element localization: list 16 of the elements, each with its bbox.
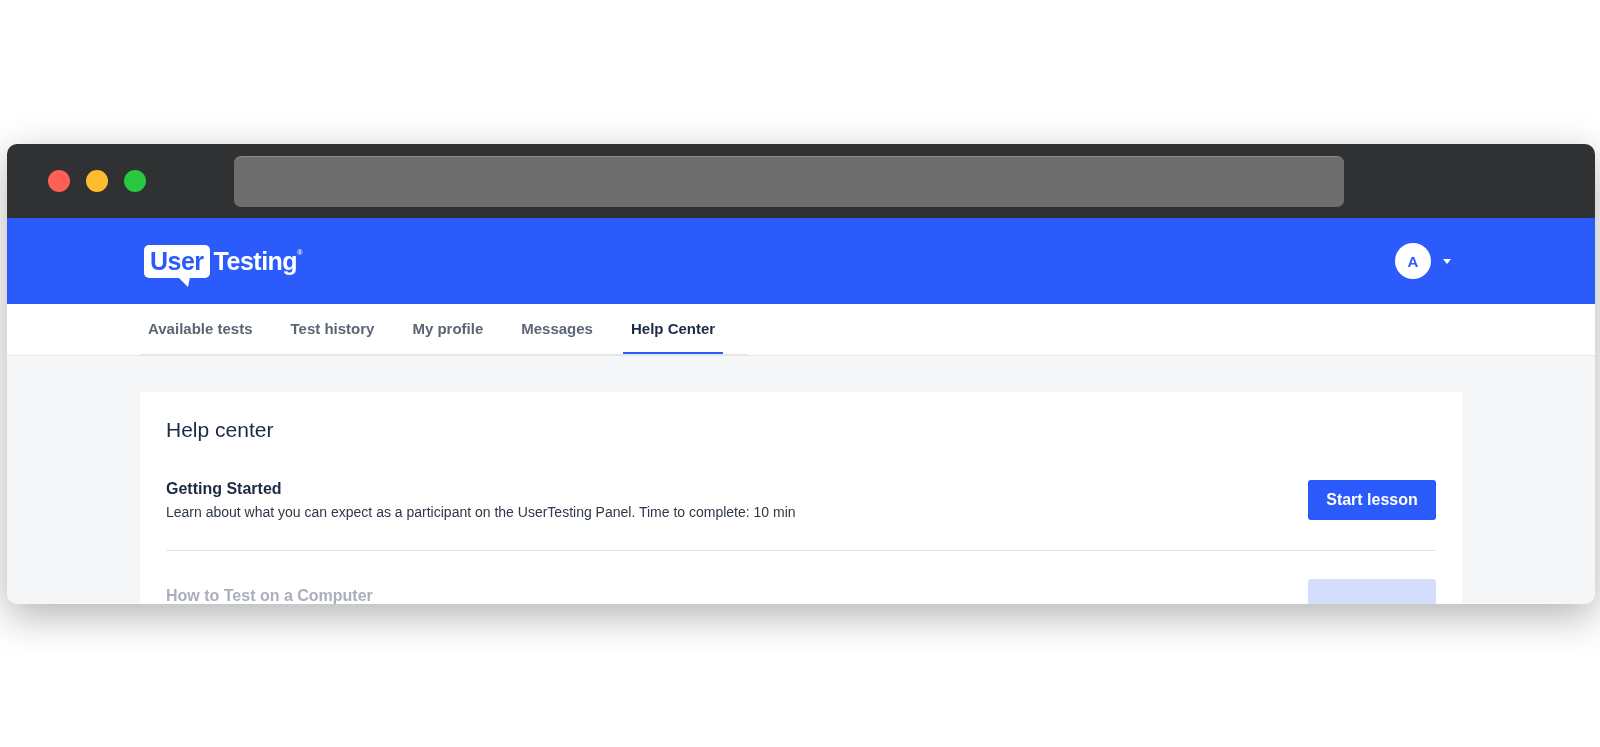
window-control[interactable] (48, 170, 70, 192)
lesson-title: How to Test on a Computer (166, 587, 373, 604)
lesson-title: Getting Started (166, 480, 283, 498)
avatar[interactable]: A (1395, 243, 1431, 279)
card-title: Help center (166, 418, 275, 442)
caret-icon[interactable] (1443, 258, 1451, 264)
nav-tab[interactable]: Help Center (622, 304, 724, 354)
start-lesson-button[interactable]: Start lesson (1308, 480, 1436, 520)
nav-tab[interactable]: Test history (282, 304, 383, 354)
nav-tab[interactable]: Available tests (140, 304, 261, 354)
logo[interactable]: User Testing$^{®}$ (144, 244, 302, 288)
window-control[interactable] (86, 170, 108, 192)
nav-tab[interactable]: My profile (404, 304, 492, 354)
window-control[interactable] (124, 170, 146, 192)
lesson-description: Learn about what you can expect as a participant on the UserTesting Panel. Time to complete: 10 min (166, 504, 796, 520)
nav-tab[interactable]: Messages (513, 304, 601, 354)
